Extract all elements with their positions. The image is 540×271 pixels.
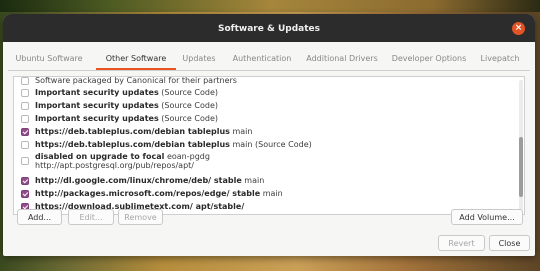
scrollbar-thumb[interactable] — [519, 137, 523, 197]
source-row[interactable]: https://deb.tableplus.com/debian tablepl… — [14, 139, 514, 151]
source-name: Important security updates — [35, 101, 159, 110]
source-url: http://apt.postgresql.org/pub/repos/apt/ — [35, 161, 194, 170]
revert-button[interactable]: Revert — [438, 235, 485, 251]
source-checkbox[interactable] — [21, 102, 29, 110]
source-name: http://dl.google.com/linux/chrome/deb/ s… — [35, 176, 242, 185]
edit-source-button[interactable]: Edit... — [68, 209, 114, 225]
remove-source-button[interactable]: Remove — [118, 209, 163, 225]
sources-list[interactable]: Software packaged by Canonical for their… — [13, 76, 525, 215]
source-row[interactable]: Important security updates (Source Code) — [14, 87, 514, 99]
source-detail: (Source Code) — [158, 101, 218, 110]
source-detail: main — [229, 127, 253, 136]
desktop-background — [0, 0, 540, 12]
add-source-button[interactable]: Add... — [17, 209, 62, 225]
tab-bar: Ubuntu Software Other Software Updates A… — [8, 50, 530, 71]
tab-authentication[interactable]: Authentication — [228, 50, 296, 68]
software-updates-window: Software & Updates × Ubuntu Software Oth… — [3, 14, 535, 256]
source-detail: Software packaged by Canonical for their… — [35, 76, 237, 85]
source-detail: (Source Code) — [158, 88, 218, 97]
window-title: Software & Updates — [218, 24, 320, 34]
source-row[interactable]: Software packaged by Canonical for their… — [14, 76, 514, 87]
close-button[interactable]: Close — [489, 235, 530, 251]
source-detail: main — [260, 189, 283, 198]
add-volume-button[interactable]: Add Volume... — [451, 209, 523, 225]
source-checkbox[interactable] — [21, 177, 29, 185]
tab-ubuntu-software[interactable]: Ubuntu Software — [8, 50, 90, 68]
source-row[interactable]: disabled on upgrade to focal eoan-pgdg h… — [14, 152, 514, 174]
source-name: Important security updates — [35, 88, 159, 97]
source-detail: (Source Code) — [158, 114, 218, 123]
source-row[interactable]: http://dl.google.com/linux/chrome/deb/ s… — [14, 175, 514, 187]
titlebar: Software & Updates × — [3, 14, 535, 42]
close-window-icon[interactable]: × — [512, 22, 525, 35]
source-checkbox[interactable] — [21, 157, 29, 165]
tab-developer-options[interactable]: Developer Options — [388, 50, 470, 68]
source-checkbox[interactable] — [21, 115, 29, 123]
tab-other-software[interactable]: Other Software — [96, 50, 176, 70]
source-name: https://deb.tableplus.com/debian tablepl… — [35, 140, 230, 149]
source-checkbox[interactable] — [21, 77, 29, 85]
source-name: Important security updates — [35, 114, 159, 123]
source-detail: eoan-pgdg — [164, 152, 210, 161]
tab-updates[interactable]: Updates — [180, 50, 218, 68]
source-row[interactable]: http://packages.microsoft.com/repos/edge… — [14, 188, 514, 200]
source-checkbox[interactable] — [21, 89, 29, 97]
source-name: http://packages.microsoft.com/repos/edge… — [35, 189, 261, 198]
source-name: https://deb.tableplus.com/debian tablepl… — [35, 127, 230, 136]
source-checkbox[interactable] — [21, 190, 29, 198]
tab-additional-drivers[interactable]: Additional Drivers — [304, 50, 380, 68]
source-row[interactable]: https://deb.tableplus.com/debian tablepl… — [14, 126, 514, 138]
source-row[interactable]: Important security updates (Source Code) — [14, 113, 514, 125]
source-checkbox[interactable] — [21, 141, 29, 149]
tab-livepatch[interactable]: Livepatch — [478, 50, 522, 68]
source-detail: main — [241, 176, 265, 185]
source-name: disabled on upgrade to focal — [35, 152, 165, 161]
source-detail: main (Source Code) — [229, 140, 312, 149]
source-checkbox[interactable] — [21, 128, 29, 136]
source-row[interactable]: Important security updates (Source Code) — [14, 100, 514, 112]
